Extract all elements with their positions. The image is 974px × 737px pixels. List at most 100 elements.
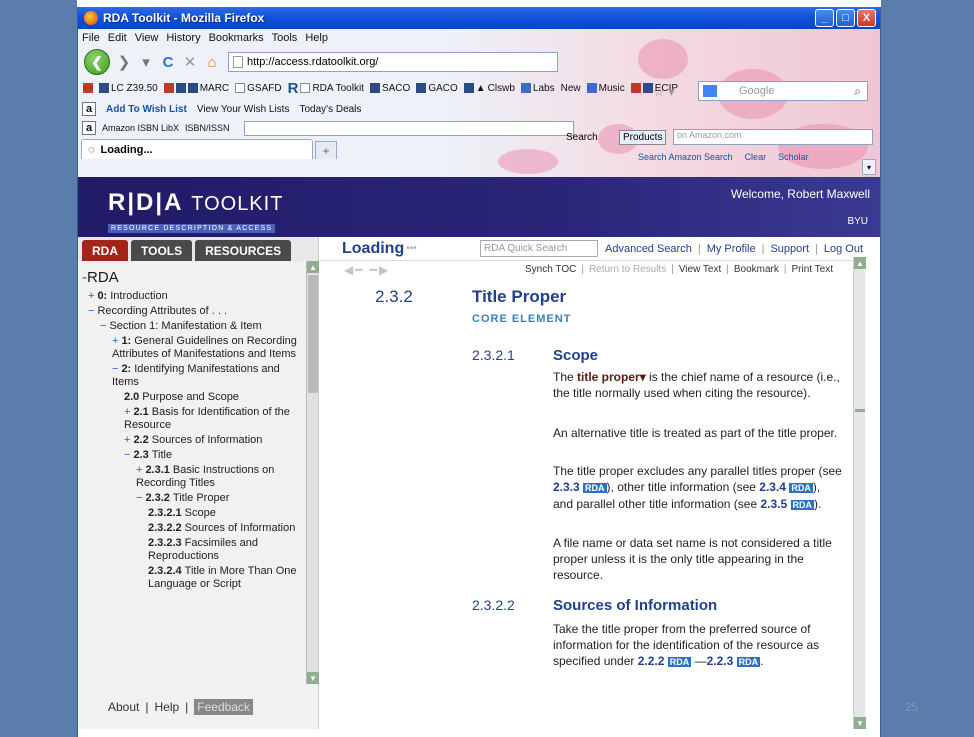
isbn-dropdown[interactable]: ISBN/ISSN: [185, 123, 230, 133]
add-to-wish-list-button[interactable]: Add To Wish List: [106, 104, 187, 115]
support-link[interactable]: Support: [770, 243, 809, 255]
bookmark-item[interactable]: ▲ Clswb: [463, 83, 515, 94]
view-text-link[interactable]: View Text: [679, 264, 721, 275]
toc-item[interactable]: − Recording Attributes of . . .: [82, 305, 300, 318]
tab-loading[interactable]: ◌ Loading...: [81, 139, 313, 159]
ref-link[interactable]: 2.2.3: [707, 654, 734, 668]
amazon-search-input[interactable]: on Amazon.com: [673, 129, 873, 145]
expand-icon[interactable]: +: [124, 434, 130, 446]
bookmark-item[interactable]: SACO: [369, 83, 410, 94]
log-out-link[interactable]: Log Out: [824, 243, 863, 255]
bookmark-item[interactable]: [83, 83, 93, 93]
new-tab-button[interactable]: +: [315, 141, 337, 159]
libx-input[interactable]: [243, 120, 574, 136]
feedback-link[interactable]: Feedback: [194, 698, 253, 715]
home-icon[interactable]: ⌂: [204, 54, 220, 71]
reload-icon[interactable]: C: [160, 54, 176, 71]
collapse-icon[interactable]: −: [136, 492, 142, 504]
bookmark-item[interactable]: R RDA Toolkit: [288, 80, 364, 97]
stop-icon[interactable]: ✕: [182, 53, 198, 71]
collapse-icon[interactable]: −: [88, 305, 94, 317]
menu-tools[interactable]: Tools: [272, 32, 298, 44]
toc-item[interactable]: 2.3.2.4 Title in More Than One Language o…: [82, 565, 300, 591]
print-text-link[interactable]: Print Text: [791, 264, 833, 275]
todays-deals-link[interactable]: Today's Deals: [299, 104, 361, 115]
close-button[interactable]: X: [857, 9, 876, 27]
view-wish-lists-link[interactable]: View Your Wish Lists: [197, 104, 290, 115]
advanced-search-link[interactable]: Advanced Search: [605, 243, 692, 255]
menu-file[interactable]: File: [82, 32, 100, 44]
tab-tools[interactable]: TOOLS: [131, 240, 193, 261]
toc-root[interactable]: -RDA: [82, 269, 300, 286]
toc-item[interactable]: − Section 1: Manifestation & Item: [82, 320, 300, 333]
toc-item[interactable]: 2.0 Purpose and Scope: [82, 391, 300, 404]
toc-item[interactable]: +2.3.1 Basic Instructions on Recording Ti…: [82, 464, 300, 490]
expand-icon[interactable]: +: [124, 406, 130, 418]
amazon-search-label[interactable]: Search: [566, 132, 598, 143]
toc-item[interactable]: +1: General Guidelines on Recording Attri…: [82, 335, 300, 361]
collapse-icon[interactable]: −: [124, 449, 130, 461]
products-dropdown[interactable]: Products: [619, 130, 667, 145]
glossary-term-link[interactable]: title proper▾: [577, 370, 646, 384]
scroll-down-icon[interactable]: ▼: [854, 717, 866, 729]
toc-scrollbar[interactable]: ▲ ▼: [306, 261, 319, 684]
clear-button[interactable]: Clear: [745, 152, 767, 162]
menu-history[interactable]: History: [166, 32, 200, 44]
rda-toolkit-logo[interactable]: R|D|A TOOLKIT RESOURCE DESCRIPTION & ACC…: [108, 189, 283, 235]
ref-link[interactable]: 2.3.4: [759, 480, 786, 494]
document-scrollbar[interactable]: ▲ ▼: [853, 257, 866, 729]
scroll-up-icon[interactable]: ▲: [854, 257, 866, 269]
menu-edit[interactable]: Edit: [108, 32, 127, 44]
expand-icon[interactable]: +: [112, 335, 118, 347]
bookmark-item[interactable]: Music: [586, 83, 625, 94]
expand-icon[interactable]: +: [88, 290, 94, 302]
prev-next-arrows-icon[interactable]: ◀━ ━▶: [344, 263, 390, 277]
bookmark-item[interactable]: LC Z39.50: [99, 83, 158, 94]
bookmark-item[interactable]: Labs: [520, 83, 555, 94]
history-dropdown-icon[interactable]: ▾: [138, 53, 154, 71]
scroll-down-icon[interactable]: ▼: [307, 672, 319, 684]
scholar-button[interactable]: Scholar: [778, 152, 809, 162]
rda-badge[interactable]: RDA: [790, 500, 814, 510]
toc-item[interactable]: +0: Introduction: [82, 290, 300, 303]
toc-item[interactable]: +2.2 Sources of Information: [82, 434, 300, 447]
synch-toc-link[interactable]: Synch TOC: [525, 264, 576, 275]
tab-rda[interactable]: RDA: [82, 240, 128, 261]
menu-view[interactable]: View: [135, 32, 159, 44]
ref-link[interactable]: 2.3.3: [553, 480, 580, 494]
bookmark-item[interactable]: GSAFD: [235, 83, 282, 94]
rda-badge[interactable]: RDA: [789, 483, 813, 493]
about-link[interactable]: About: [108, 700, 139, 714]
toc-item[interactable]: +2.1 Basis for Identification of the Reso…: [82, 406, 300, 432]
maximize-button[interactable]: □: [836, 9, 855, 27]
rda-badge[interactable]: RDA: [583, 483, 607, 493]
search-icon[interactable]: ⌕: [854, 84, 861, 99]
scroll-up-icon[interactable]: ▲: [307, 261, 319, 273]
bookmark-link[interactable]: Bookmark: [734, 264, 779, 275]
collapse-icon[interactable]: −: [100, 320, 106, 332]
url-bar[interactable]: http://access.rdatoolkit.org/: [228, 52, 558, 72]
toc-item[interactable]: 2.3.2.2 Sources of Information: [82, 522, 300, 535]
search-amazon-button[interactable]: Search Amazon Search: [638, 152, 733, 162]
toc-item[interactable]: 2.3.2.3 Facsimiles and Reproductions: [82, 537, 300, 563]
ref-link[interactable]: 2.3.5: [760, 497, 787, 511]
quick-search-input[interactable]: RDA Quick Search: [480, 240, 598, 257]
toc-item[interactable]: −2: Identifying Manifestations and Items: [82, 363, 300, 389]
menu-bookmarks[interactable]: Bookmarks: [209, 32, 264, 44]
libx-dropdown[interactable]: Amazon ISBN LibX: [102, 123, 179, 133]
bookmark-star-icon[interactable]: ☆ ▾: [653, 84, 675, 100]
bookmark-item[interactable]: New: [561, 83, 581, 94]
bookmark-item[interactable]: GACO: [416, 83, 458, 94]
my-profile-link[interactable]: My Profile: [707, 243, 756, 255]
tab-resources[interactable]: RESOURCES: [195, 240, 292, 261]
ref-link[interactable]: 2.2.2: [638, 654, 665, 668]
help-link[interactable]: Help: [154, 700, 179, 714]
expand-icon[interactable]: +: [136, 464, 142, 476]
rda-badge[interactable]: RDA: [667, 657, 692, 667]
toc-item[interactable]: −2.3.2 Title Proper: [82, 492, 300, 505]
toc-scroll-thumb[interactable]: [308, 275, 318, 393]
minimize-button[interactable]: _: [815, 9, 834, 27]
menu-help[interactable]: Help: [305, 32, 328, 44]
search-box[interactable]: Google ⌕: [698, 81, 868, 101]
toc-item[interactable]: 2.3.2.1 Scope: [82, 507, 300, 520]
